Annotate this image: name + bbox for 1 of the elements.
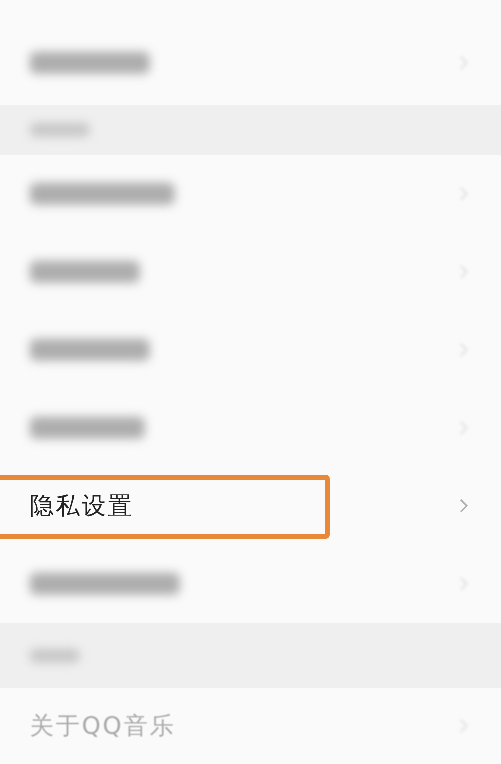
chevron-icon xyxy=(459,498,469,514)
